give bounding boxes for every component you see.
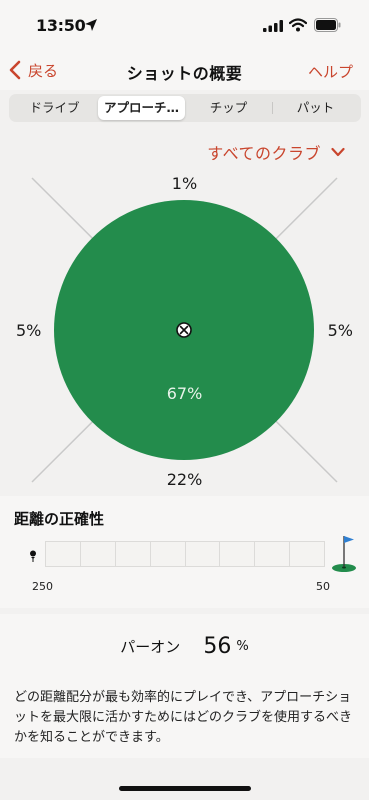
distance-accuracy-card: 距離の正確性 250 50	[0, 496, 369, 608]
gir-unit: %	[236, 639, 249, 654]
home-indicator[interactable]	[119, 786, 251, 791]
left-miss-percent: 5%	[16, 321, 42, 340]
distance-segment	[114, 542, 150, 566]
gir-value: 56	[203, 634, 232, 659]
dispersion-graphic	[31, 177, 338, 483]
club-filter-dropdown[interactable]: すべてのクラブ	[207, 140, 345, 164]
golf-flag-icon	[332, 536, 356, 572]
tab-approach[interactable]: アプローチ…	[98, 96, 185, 120]
shot-type-tabs: ドライブ アプローチ… チップ パット	[9, 94, 361, 122]
chevron-down-icon	[331, 147, 345, 157]
tab-chip[interactable]: チップ	[185, 96, 272, 120]
gir-stat-row: パーオン 56 %	[0, 634, 369, 659]
distance-segment	[46, 542, 80, 566]
golf-ball-tee-icon	[30, 550, 36, 562]
distance-segment	[79, 542, 115, 566]
location-arrow-icon	[85, 19, 97, 31]
help-button[interactable]: ヘルプ	[308, 61, 353, 82]
target-marker-icon	[176, 322, 192, 338]
distance-start-label: 250	[32, 580, 53, 593]
distance-accuracy-title: 距離の正確性	[14, 510, 105, 528]
club-filter-label: すべてのクラブ	[207, 144, 321, 163]
status-bar: 13:50	[0, 0, 369, 50]
right-miss-percent: 5%	[327, 321, 353, 340]
distance-segment	[184, 542, 220, 566]
distance-segment	[219, 542, 254, 566]
distance-segment	[289, 542, 324, 566]
status-time: 13:50	[36, 16, 86, 35]
distance-segment	[149, 542, 185, 566]
gir-description: どの距離配分が最も効率的にプレイでき、アプローチショットを最大限に活かすためには…	[14, 690, 353, 745]
navigation-bar: 戻る ショットの概要 ヘルプ	[0, 50, 369, 90]
distance-segment	[254, 542, 289, 566]
short-miss-percent: 22%	[166, 470, 203, 489]
cellular-signal-icon	[263, 20, 283, 32]
distance-range-bar	[45, 541, 325, 567]
tab-drive[interactable]: ドライブ	[11, 96, 98, 120]
green-in-regulation-card: パーオン 56 % どの距離配分が最も効率的にプレイでき、アプローチショットを最…	[0, 614, 369, 758]
gir-label: パーオン	[120, 638, 181, 656]
battery-icon	[314, 18, 341, 32]
tab-putt[interactable]: パット	[272, 96, 359, 120]
long-miss-percent: 1%	[171, 174, 198, 193]
wifi-icon	[289, 18, 307, 32]
on-target-percent: 67%	[166, 384, 203, 403]
distance-end-label: 50	[316, 580, 330, 593]
shot-dispersion-chart: 1% 5% 5% 67% 22%	[0, 170, 369, 490]
